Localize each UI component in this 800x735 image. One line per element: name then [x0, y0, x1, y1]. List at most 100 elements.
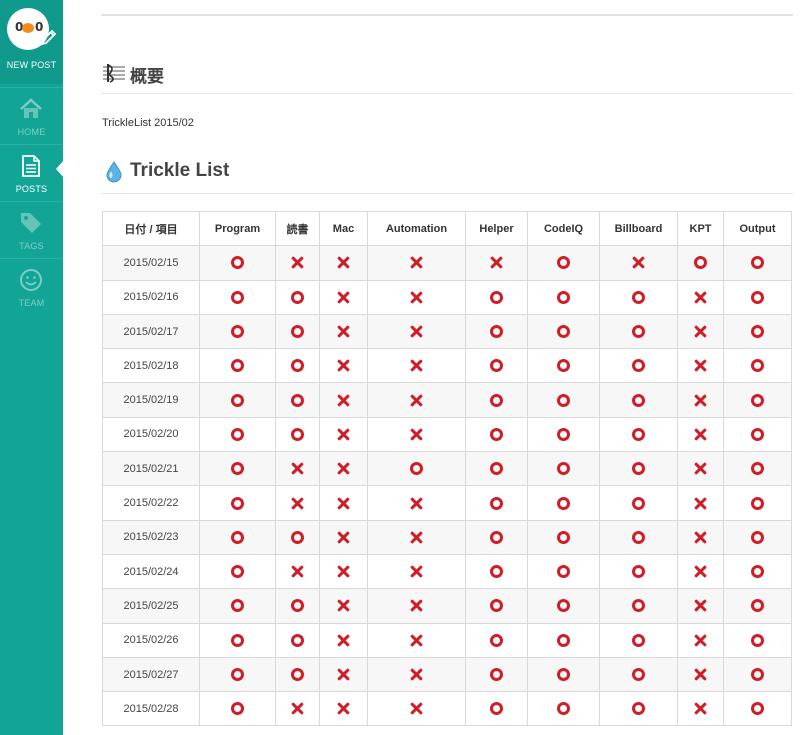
- date-cell: 2015/02/18: [102, 348, 200, 384]
- cross-mark-icon: [694, 668, 707, 681]
- column-header: Mac: [319, 210, 368, 247]
- summary-text: TrickleList 2015/02: [102, 117, 194, 129]
- mark-cell: [677, 313, 724, 350]
- mark-cell: [599, 553, 678, 590]
- cross-mark-icon: [410, 599, 423, 612]
- new-post-button[interactable]: 0 0 NEW POST: [0, 0, 63, 84]
- mark-cell: [275, 279, 320, 315]
- circle-mark-icon: [751, 325, 764, 339]
- circle-mark-icon: [231, 565, 244, 579]
- cross-mark-icon: [291, 256, 304, 269]
- circle-mark-icon: [291, 290, 304, 304]
- column-header: Billboard: [599, 210, 678, 247]
- mark-cell: [367, 588, 466, 624]
- active-indicator: [56, 160, 64, 178]
- mark-cell: [465, 382, 528, 418]
- trickle-table: 日付 / 項目 Program 読書 Mac Automation Helper…: [102, 210, 792, 727]
- circle-mark-icon: [557, 427, 570, 441]
- mark-cell: [367, 348, 466, 384]
- sidebar-item-home[interactable]: HOME: [0, 87, 63, 144]
- cross-mark-icon: [410, 394, 423, 407]
- circle-mark-icon: [632, 496, 645, 510]
- column-header: 日付 / 項目: [102, 210, 200, 247]
- column-header: KPT: [677, 210, 724, 247]
- mark-cell: [275, 382, 320, 418]
- circle-mark-icon: [751, 599, 764, 613]
- mark-cell: [599, 348, 678, 384]
- table-row: 2015/02/25: [102, 588, 792, 624]
- mark-cell: [275, 553, 320, 590]
- cross-mark-icon: [410, 565, 423, 578]
- cross-mark-icon: [694, 291, 707, 304]
- circle-mark-icon: [231, 599, 244, 613]
- date-cell: 2015/02/26: [102, 622, 200, 658]
- sidebar-item-team[interactable]: TEAM: [0, 258, 63, 315]
- mark-cell: [199, 485, 276, 521]
- table-row: 2015/02/27: [102, 656, 792, 693]
- circle-mark-icon: [490, 668, 503, 681]
- mark-cell: [527, 691, 600, 727]
- cross-mark-icon: [337, 462, 350, 475]
- circle-mark-icon: [751, 427, 764, 441]
- mark-cell: [677, 279, 724, 315]
- cross-mark-icon: [410, 702, 423, 715]
- mark-cell: [199, 588, 276, 624]
- circle-mark-icon: [632, 702, 645, 716]
- circle-mark-icon: [231, 393, 244, 407]
- table-row: 2015/02/19: [102, 382, 792, 418]
- mark-cell: [275, 348, 320, 384]
- circle-mark-icon: [751, 290, 764, 304]
- mark-cell: [465, 519, 528, 555]
- mark-cell: [199, 313, 276, 350]
- mark-cell: [677, 519, 724, 555]
- mark-cell: [199, 553, 276, 590]
- cross-mark-icon: [694, 531, 707, 544]
- mark-cell: [723, 279, 792, 315]
- sidebar-item-posts[interactable]: POSTS: [0, 144, 63, 201]
- cross-mark-icon: [694, 634, 707, 647]
- circle-mark-icon: [490, 599, 503, 613]
- table-row: 2015/02/18: [102, 348, 792, 384]
- mark-cell: [677, 485, 724, 521]
- mark-cell: [319, 553, 368, 590]
- mark-cell: [199, 519, 276, 555]
- sidebar-item-label: TAGS: [19, 241, 44, 251]
- home-icon: [20, 98, 42, 118]
- column-header: Output: [723, 210, 792, 247]
- circle-mark-icon: [557, 290, 570, 304]
- mark-cell: [275, 451, 320, 487]
- circle-mark-icon: [490, 702, 503, 716]
- circle-mark-icon: [291, 427, 304, 441]
- mark-cell: [465, 656, 528, 693]
- cross-mark-icon: [291, 462, 304, 475]
- cross-mark-icon: [694, 462, 707, 475]
- pencil-icon: [40, 29, 57, 46]
- circle-mark-icon: [231, 633, 244, 647]
- date-cell: 2015/02/15: [102, 245, 200, 281]
- mark-cell: [599, 245, 678, 281]
- date-cell: 2015/02/22: [102, 485, 200, 521]
- mark-cell: [319, 313, 368, 350]
- music-score-icon: [103, 64, 125, 83]
- circle-mark-icon: [490, 325, 503, 339]
- mark-cell: [199, 656, 276, 693]
- mark-cell: [723, 519, 792, 555]
- mark-cell: [527, 485, 600, 521]
- circle-mark-icon: [751, 702, 764, 716]
- circle-mark-icon: [490, 427, 503, 441]
- cross-mark-icon: [694, 428, 707, 441]
- mark-cell: [599, 519, 678, 555]
- mark-cell: [599, 622, 678, 658]
- circle-mark-icon: [751, 530, 764, 544]
- circle-mark-icon: [557, 325, 570, 339]
- heading-divider: [101, 93, 793, 94]
- column-header: CodeIQ: [527, 210, 600, 247]
- circle-mark-icon: [231, 668, 244, 681]
- cross-mark-icon: [337, 565, 350, 578]
- sidebar-item-tags[interactable]: TAGS: [0, 201, 63, 258]
- mark-cell: [723, 451, 792, 487]
- cross-mark-icon: [694, 394, 707, 407]
- mark-cell: [465, 485, 528, 521]
- mark-cell: [465, 553, 528, 590]
- mark-cell: [199, 451, 276, 487]
